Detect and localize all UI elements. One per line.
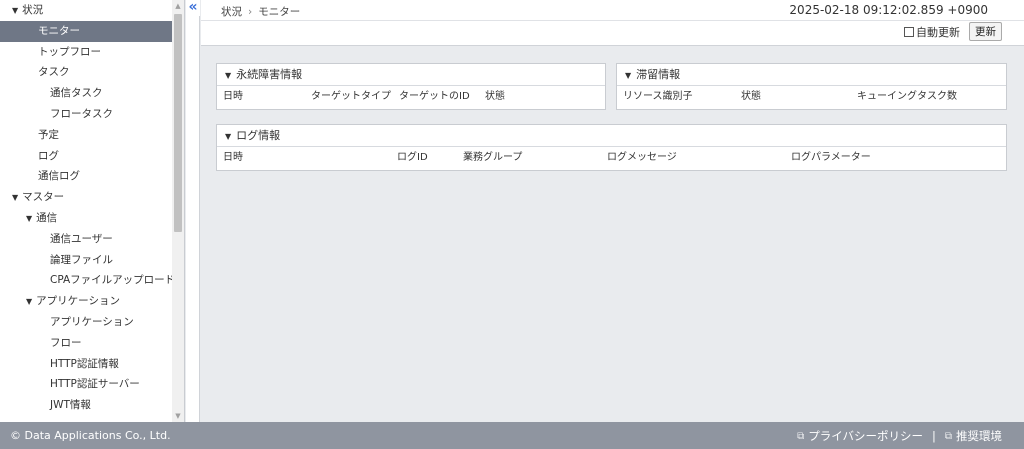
collapse-triangle-icon: ▼ [625,71,632,80]
server-timestamp: 2025-02-18 09:12:02.859 +0900 [789,3,988,17]
sidebar-item-label: 論理ファイル [50,253,113,266]
failure-info-header[interactable]: ▼ 永続障害情報 [217,64,605,86]
auto-refresh-control[interactable]: 自動更新 [904,24,960,40]
sidebar-item-label: アプリケーション [50,315,134,328]
copyright-text: © Data Applications Co., Ltd. [10,429,171,442]
sidebar-item-comm-task[interactable]: 通信タスク [0,83,172,104]
page-footer: © Data Applications Co., Ltd. ⧉ プライバシーポリ… [0,422,1024,449]
column-header: 業務グループ [463,152,523,163]
scrollbar-thumb[interactable] [174,14,182,232]
breadcrumb: 状況 › モニター [221,4,300,19]
sidebar-item-flow-task[interactable]: フロータスク [0,104,172,125]
page-header: 状況 › モニター 2025-02-18 09:12:02.859 +0900 自動… [201,0,1024,46]
breadcrumb-item-monitor: モニター [258,6,301,18]
sidebar-item-master[interactable]: ▼ マスター [0,187,172,208]
collapse-sidebar-icon[interactable]: « [186,0,200,16]
sidebar-item-label: フロー [50,336,82,349]
collapse-triangle-icon: ▼ [225,71,232,80]
header-divider [201,20,1024,21]
sidebar: ▼ 状況 モニター トップフロー タスク 通信タスク フロータスク 予定 ログ 通… [0,0,185,422]
sidebar-item-jwt-info[interactable]: JWT情報 [0,395,172,416]
sidebar-item-label: 通信 [36,211,58,224]
sidebar-item-http-auth-server[interactable]: HTTP認証サーバー [0,374,172,395]
sidebar-item-label: マスター [22,191,65,204]
column-header: ターゲットタイプ [311,91,391,102]
footer-separator: | [931,429,936,443]
breadcrumb-separator-icon: › [248,6,253,18]
sidebar-item-label: アプリケーション [36,295,120,308]
auto-refresh-checkbox[interactable] [904,27,914,37]
sidebar-item-log[interactable]: ログ [0,146,172,167]
privacy-policy-link[interactable]: プライバシーポリシー [808,428,923,444]
log-info-header[interactable]: ▼ ログ情報 [217,125,1006,147]
sidebar-item-label: ログ [38,149,59,162]
collapse-triangle-icon: ▼ [26,213,33,223]
column-header: 日時 [223,91,243,102]
column-header: ログパラメーター [791,152,871,163]
column-header: 状態 [485,91,505,102]
sidebar-item-top-flow[interactable]: トップフロー [0,42,172,63]
stagnation-info-panel: ▼ 滞留情報 リソース識別子 状態 キューイングタスク数 [616,63,1007,110]
sidebar-item-flow[interactable]: フロー [0,333,172,354]
sidebar-item-task[interactable]: タスク [0,62,172,83]
collapse-triangle-icon: ▼ [12,6,19,15]
sidebar-item-logical-file[interactable]: 論理ファイル [0,250,172,271]
collapse-triangle-icon: ▼ [225,132,232,141]
sidebar-nav: ▼ 状況 モニター トップフロー タスク 通信タスク フロータスク 予定 ログ 通… [0,0,172,422]
sidebar-item-application-group[interactable]: ▼ アプリケーション [0,291,172,312]
stagnation-info-columns: リソース識別子 状態 キューイングタスク数 [617,86,1006,108]
breadcrumb-item-status[interactable]: 状況 [221,6,242,18]
collapse-triangle-icon: ▼ [12,193,19,203]
recommended-env-link[interactable]: 推奨環境 [956,428,1002,444]
scroll-down-arrow-icon[interactable]: ▼ [172,410,184,422]
external-link-icon: ⧉ [797,430,805,442]
sidebar-item-label: 予定 [38,128,59,141]
sidebar-item-monitor[interactable]: モニター [0,20,172,42]
column-header: キューイングタスク数 [857,91,957,102]
sidebar-item-cpa-upload[interactable]: CPAファイルアップロード [0,270,172,291]
refresh-button[interactable]: 更新 [969,22,1002,41]
sidebar-item-comm-user[interactable]: 通信ユーザー [0,229,172,250]
sidebar-item-comm-log[interactable]: 通信ログ [0,166,172,187]
sidebar-item-label: 通信ユーザー [50,232,113,245]
stagnation-info-header[interactable]: ▼ 滞留情報 [617,64,1006,86]
column-header: 状態 [741,91,761,102]
sidebar-item-label: トップフロー [38,45,101,58]
column-header: ログID [397,152,428,163]
sidebar-item-label: HTTP認証情報 [50,357,119,370]
sidebar-item-label: CPAファイルアップロード [50,274,172,287]
sidebar-item-application[interactable]: アプリケーション [0,312,172,333]
panel-title: ログ情報 [236,129,281,142]
sidebar-scrollbar[interactable]: ▲ ▼ [172,0,184,422]
column-header: ログメッセージ [607,152,677,163]
panel-title: 永続障害情報 [236,68,303,81]
sidebar-item-label: 状況 [22,4,44,16]
sidebar-item-label: HTTP認証サーバー [50,378,140,391]
panel-title: 滞留情報 [636,68,681,81]
sidebar-item-http-auth-info[interactable]: HTTP認証情報 [0,354,172,375]
failure-info-panel: ▼ 永続障害情報 日時 ターゲットタイプ ターゲットのID 状態 [216,63,606,110]
sidebar-item-label: 通信タスク [50,87,103,100]
sidebar-item-label: フロータスク [50,107,113,120]
column-header: リソース識別子 [623,91,693,102]
footer-links: ⧉ プライバシーポリシー | ⧉ 推奨環境 [797,428,1002,444]
sidebar-gutter [186,16,200,422]
sidebar-item-label: タスク [38,66,70,79]
column-header: ターゲットのID [399,91,470,102]
sidebar-item-label: モニター [38,24,80,37]
failure-info-columns: 日時 ターゲットタイプ ターゲットのID 状態 [217,86,605,108]
external-link-icon: ⧉ [944,430,952,442]
log-info-columns: 日時 ログID 業務グループ ログメッセージ ログパラメーター [217,147,1006,169]
log-info-panel: ▼ ログ情報 日時 ログID 業務グループ ログメッセージ ログパラメーター [216,124,1007,171]
sidebar-item-comm[interactable]: ▼ 通信 [0,208,172,229]
column-header: 日時 [223,152,243,163]
scroll-up-arrow-icon[interactable]: ▲ [172,0,184,12]
sidebar-item-label: JWT情報 [50,399,91,412]
sidebar-item-status[interactable]: ▼ 状況 [0,0,172,21]
collapse-triangle-icon: ▼ [26,297,33,307]
auto-refresh-label: 自動更新 [916,26,960,39]
sidebar-item-schedule[interactable]: 予定 [0,125,172,146]
sidebar-item-label: 通信ログ [38,170,80,183]
